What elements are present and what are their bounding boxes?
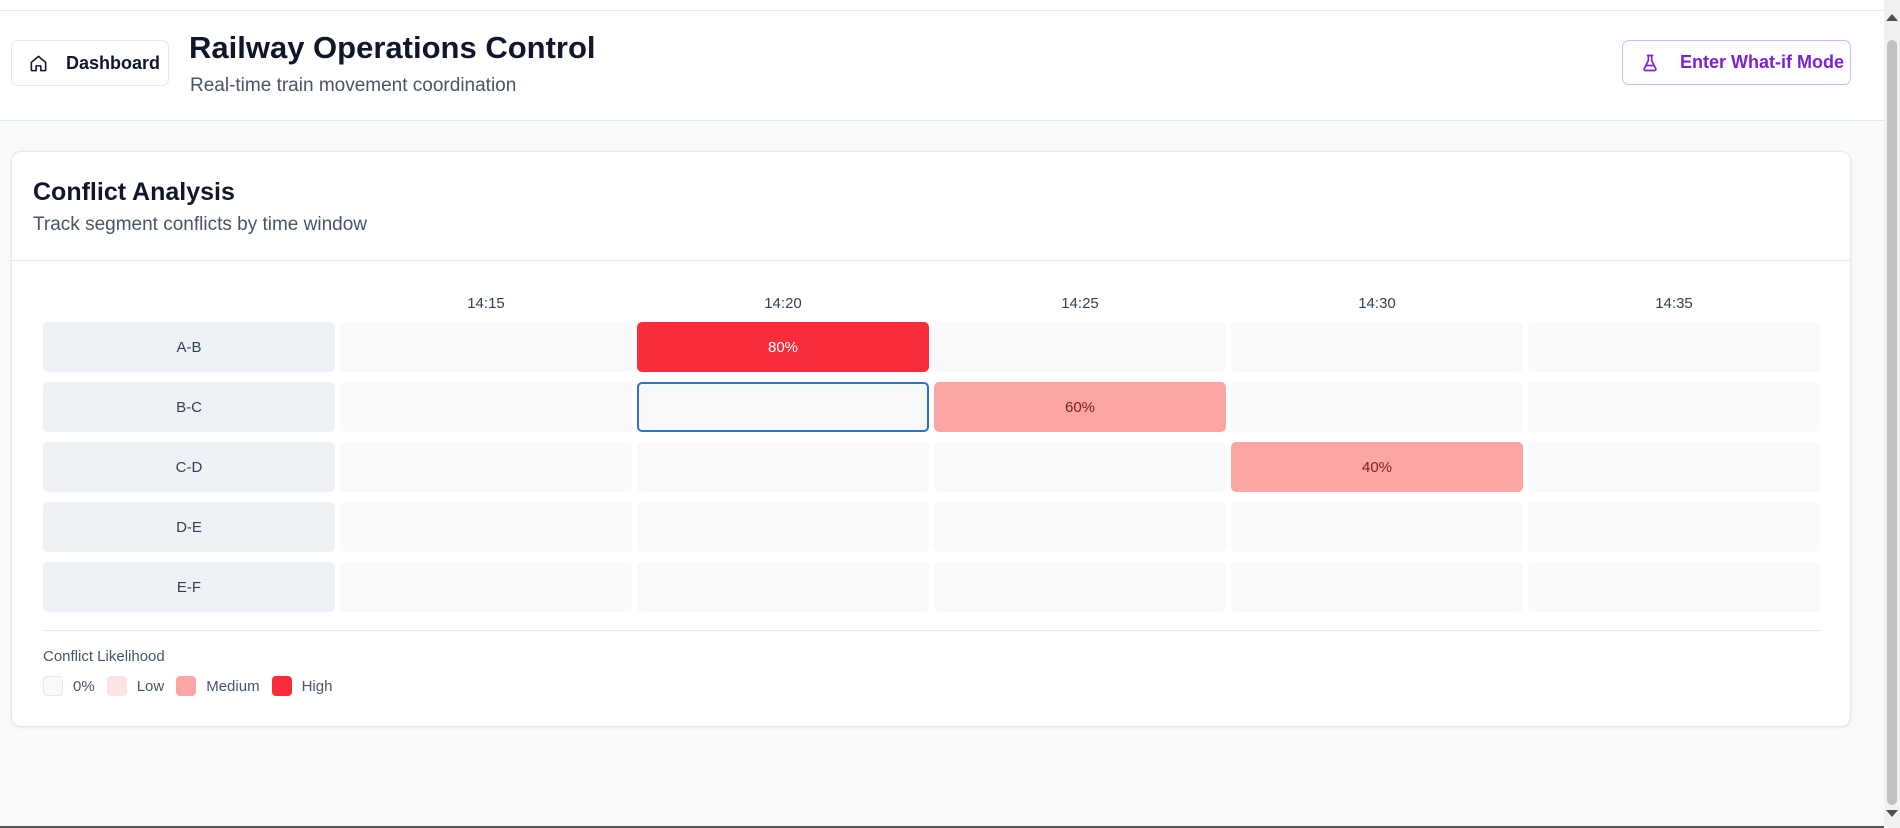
time-window-header: 14:15 — [467, 295, 505, 312]
heatmap-cell[interactable] — [637, 562, 929, 612]
app-header: Dashboard Railway Operations Control Rea… — [0, 11, 1884, 121]
heatmap-cell[interactable] — [1528, 322, 1820, 372]
legend-label: 0% — [73, 677, 95, 695]
conflict-analysis-card: Conflict Analysis Track segment conflict… — [11, 151, 1851, 727]
legend: 0% Low Medium High — [43, 676, 344, 696]
card-description: Track segment conflicts by time window — [33, 214, 368, 235]
heatmap-cell[interactable] — [1231, 382, 1523, 432]
time-window-header: 14:20 — [764, 295, 802, 312]
legend-swatch — [106, 676, 127, 696]
segment-label: D-E — [43, 502, 335, 552]
heatmap-cell[interactable] — [637, 442, 929, 492]
heatmap-cell[interactable] — [340, 562, 632, 612]
card-title: Conflict Analysis — [33, 178, 235, 206]
top-bar — [0, 0, 1884, 11]
time-window-header: 14:30 — [1358, 295, 1396, 312]
legend-divider — [43, 630, 1821, 631]
legend-label: Low — [136, 677, 165, 695]
heatmap-cell[interactable] — [1528, 382, 1820, 432]
conflict-percentage: 60% — [1064, 398, 1096, 416]
dashboard-button-label: Dashboard — [66, 52, 161, 73]
heatmap-cell[interactable] — [637, 382, 929, 432]
page-title: Railway Operations Control — [189, 30, 596, 65]
conflict-percentage: 40% — [1361, 458, 1393, 476]
heatmap-cell[interactable]: 40% — [1231, 442, 1523, 492]
segment-label: E-F — [43, 562, 335, 612]
home-icon — [29, 54, 48, 73]
legend-swatch — [43, 676, 63, 696]
heatmap-cell[interactable] — [340, 382, 632, 432]
legend-label: Medium — [206, 677, 260, 695]
legend-label: High — [301, 677, 333, 695]
conflict-percentage: 80% — [767, 338, 799, 356]
time-window-header: 14:35 — [1655, 295, 1693, 312]
what-if-mode-button[interactable]: Enter What-if Mode — [1622, 40, 1851, 85]
segment-label: C-D — [43, 442, 335, 492]
page-subtitle: Real-time train movement coordination — [190, 75, 517, 96]
heatmap-cell[interactable] — [1528, 442, 1820, 492]
legend-title: Conflict Likelihood — [43, 648, 165, 665]
heatmap-cell[interactable] — [1528, 562, 1820, 612]
card-header: Conflict Analysis Track segment conflict… — [12, 152, 1850, 261]
flask-icon — [1640, 53, 1660, 73]
heatmap-cell[interactable] — [340, 502, 632, 552]
heatmap-cell[interactable] — [340, 322, 632, 372]
heatmap-cell[interactable] — [934, 322, 1226, 372]
dashboard-button[interactable]: Dashboard — [11, 40, 169, 86]
scroll-down-arrow-icon[interactable] — [1886, 810, 1898, 817]
heatmap-cell[interactable] — [637, 502, 929, 552]
heatmap-cell[interactable]: 80% — [637, 322, 929, 372]
scrollbar-thumb[interactable] — [1887, 40, 1897, 805]
legend-swatch — [271, 676, 292, 696]
heatmap-cell[interactable] — [1231, 502, 1523, 552]
scroll-up-arrow-icon[interactable] — [1886, 14, 1898, 21]
time-window-header: 14:25 — [1061, 295, 1099, 312]
heatmap-cell[interactable] — [1231, 322, 1523, 372]
heatmap-cell[interactable] — [934, 562, 1226, 612]
segment-label: A-B — [43, 322, 335, 372]
segment-label: B-C — [43, 382, 335, 432]
legend-swatch — [176, 676, 197, 696]
heatmap-cell[interactable] — [934, 442, 1226, 492]
heatmap-cell[interactable]: 60% — [934, 382, 1226, 432]
heatmap-cell[interactable] — [934, 502, 1226, 552]
what-if-mode-label: Enter What-if Mode — [1680, 52, 1844, 72]
heatmap-cell[interactable] — [1528, 502, 1820, 552]
heatmap-cell[interactable] — [340, 442, 632, 492]
heatmap-cell[interactable] — [1231, 562, 1523, 612]
